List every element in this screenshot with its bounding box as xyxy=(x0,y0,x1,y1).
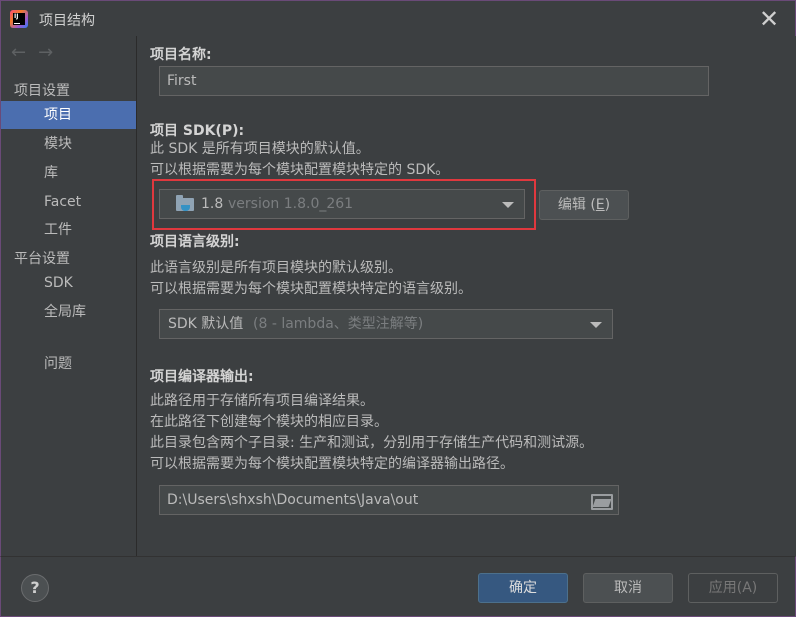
main-panel: 项目名称: First 项目 SDK(P): 此 SDK 是所有项目模块的默认值… xyxy=(138,36,794,556)
language-level-detail: (8 - lambda、类型注解等) xyxy=(253,316,424,332)
edit-button-mnemonic: E xyxy=(595,197,605,213)
project-sdk-title: 项目 SDK(P): xyxy=(150,123,245,139)
sidebar-item-facets[interactable]: Facet xyxy=(1,188,136,216)
edit-button-prefix: 编辑 ( xyxy=(557,197,596,213)
compiler-output-desc-4: 可以根据需要为每个模块配置模块特定的编译器输出路径。 xyxy=(150,456,514,472)
language-level-select[interactable]: SDK 默认值 (8 - lambda、类型注解等) xyxy=(159,309,613,339)
language-level-desc-1: 此语言级别是所有项目模块的默认级别。 xyxy=(150,260,402,276)
chevron-down-icon xyxy=(502,202,514,208)
ok-button[interactable]: 确定 xyxy=(478,573,568,603)
sdk-select[interactable]: 1.8 version 1.8.0_261 xyxy=(159,189,525,219)
window-title: 项目结构 xyxy=(39,13,95,29)
compiler-output-desc-3: 此目录包含两个子目录: 生产和测试，分别用于存储生产代码和测试源。 xyxy=(150,435,594,451)
sidebar-item-project[interactable]: 项目 xyxy=(1,101,136,129)
sidebar-item-global-libraries[interactable]: 全局库 xyxy=(1,298,136,326)
forward-arrow-icon[interactable]: → xyxy=(38,42,65,63)
sidebar: ←→ 项目设置 项目 模块 库 Facet 工件 平台设置 SDK 全局库 问题 xyxy=(0,36,137,556)
sdk-version-detail: version 1.8.0_261 xyxy=(228,196,354,212)
intellij-app-icon: IJ xyxy=(10,10,28,28)
title-bar: IJ 项目结构 ✕ xyxy=(0,0,796,36)
sidebar-item-sdks[interactable]: SDK xyxy=(1,269,136,297)
sidebar-group-platform-settings: 平台设置 xyxy=(14,251,70,267)
cancel-button[interactable]: 取消 xyxy=(583,573,673,603)
project-name-title: 项目名称: xyxy=(150,47,212,63)
app-icon-text: IJ xyxy=(13,13,25,25)
nav-arrows: ←→ xyxy=(11,42,65,63)
compiler-output-path-input[interactable]: D:\Users\shxsh\Documents\Java\out xyxy=(159,485,619,515)
compiler-output-desc-1: 此路径用于存储所有项目编译结果。 xyxy=(150,393,374,409)
language-level-title: 项目语言级别: xyxy=(150,234,240,250)
compiler-output-title: 项目编译器输出: xyxy=(150,369,254,385)
compiler-output-path: D:\Users\shxsh\Documents\Java\out xyxy=(167,492,419,508)
sidebar-group-project-settings: 项目设置 xyxy=(14,83,70,99)
jdk-folder-icon xyxy=(176,195,194,211)
back-arrow-icon[interactable]: ← xyxy=(11,42,38,63)
chevron-down-icon xyxy=(590,322,602,328)
sdk-version: 1.8 xyxy=(201,196,224,212)
edit-sdk-button[interactable]: 编辑 (E) xyxy=(539,190,629,220)
language-level-value: SDK 默认值 xyxy=(168,316,244,332)
language-level-desc-2: 可以根据需要为每个模块配置模块特定的语言级别。 xyxy=(150,281,472,297)
edit-button-suffix: ) xyxy=(604,197,611,213)
sidebar-item-artifacts[interactable]: 工件 xyxy=(1,216,136,244)
help-button[interactable]: ? xyxy=(21,574,49,602)
apply-button[interactable]: 应用(A) xyxy=(688,573,778,603)
close-icon[interactable]: ✕ xyxy=(757,7,781,31)
sidebar-item-modules[interactable]: 模块 xyxy=(1,130,136,158)
project-name-input[interactable]: First xyxy=(159,66,709,96)
project-sdk-desc-1: 此 SDK 是所有项目模块的默认值。 xyxy=(150,141,370,157)
sidebar-item-libraries[interactable]: 库 xyxy=(1,159,136,187)
project-sdk-desc-2: 可以根据需要为每个模块配置模块特定的 SDK。 xyxy=(150,162,450,178)
compiler-output-desc-2: 在此路径下创建每个模块的相应目录。 xyxy=(150,414,388,430)
sidebar-item-problems[interactable]: 问题 xyxy=(1,350,136,378)
folder-open-icon[interactable] xyxy=(591,494,613,510)
dialog-footer: ? 确定 取消 应用(A) xyxy=(0,556,796,617)
